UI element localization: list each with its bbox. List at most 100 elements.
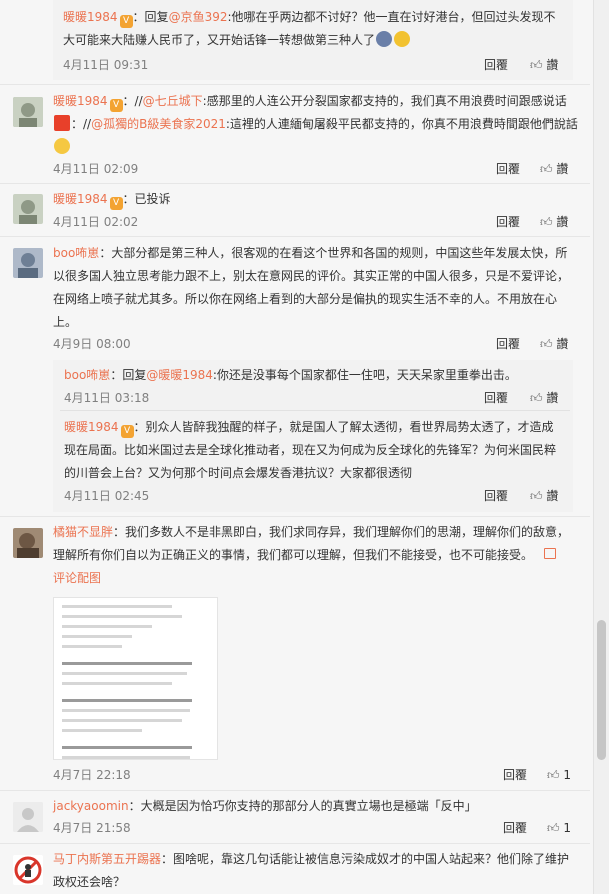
comment-2-line-2: :這裡的人連緬甸屠殺平民都支持的，你真不用浪費時間跟他們說話: [225, 117, 578, 131]
hug-emoji-icon: [394, 31, 411, 47]
comment-4-time: 4月9日 08:00: [53, 337, 131, 351]
comment-5-time: 4月7日 22:18: [53, 768, 131, 782]
comment-2-username[interactable]: 暖暖1984: [53, 94, 108, 108]
reply-mention[interactable]: @京鱼392: [169, 10, 228, 24]
divider: [0, 236, 590, 237]
divider: [0, 843, 590, 844]
like-count: 1: [563, 768, 572, 782]
comment-6-like-button[interactable]: 👍︎ 1: [547, 819, 571, 837]
sub-reply-2-username[interactable]: 暖暖1984: [64, 420, 119, 434]
gift-emoji-icon: [54, 115, 70, 131]
comment-4-reply-button[interactable]: 回覆: [496, 335, 520, 353]
divider: [0, 790, 590, 791]
comment-5-reply-button[interactable]: 回覆: [503, 766, 527, 784]
reply-mention[interactable]: @暖暖1984: [146, 368, 213, 382]
sub-reply-2-line-2: 现在局面。比如米国过去是全球化推动者，现在又为何成为反全球化的先锋军？为何米国民…: [64, 443, 557, 457]
comment-4-line-4: 上。: [53, 315, 78, 329]
divider: [0, 183, 590, 184]
sub-reply-1-text: boo咘崽：回复@暖暖1984:你还是没事每个国家都住一住吧，天天呆家里重拳出击…: [64, 364, 569, 387]
comment-page: 暖暖1984 V ：回复@京鱼392:他哪在乎两边都不讨好？他一直在讨好港台，但回过…: [0, 0, 609, 894]
comment-5-like-button[interactable]: 👍︎ 1: [547, 766, 571, 784]
comment-2-reply-button[interactable]: 回覆: [496, 160, 520, 178]
divider: [0, 516, 590, 517]
avatar[interactable]: [13, 855, 43, 885]
comment-2-text: 暖暖1984 V ：// @七丘城下:感那里的人连公开分裂国家都支持的，我们真不用浪费…: [53, 90, 583, 159]
avatar[interactable]: [13, 528, 43, 558]
comment-4-line-3: 在网络上喷子就尤其多。所以你在网络上看到的大部分是偏执的现实生活不幸的人。不用放…: [53, 292, 558, 306]
no-entry-avatar-icon: [13, 855, 43, 885]
comment-1-reply-button[interactable]: 回覆: [484, 56, 508, 74]
sub-reply-2-like-button[interactable]: 👍︎ 讚: [530, 487, 558, 505]
comment-1-text: 暖暖1984 V ：回复@京鱼392:他哪在乎两边都不讨好？他一直在讨好港台，但回过…: [63, 6, 573, 52]
repost-prefix: ：//: [71, 117, 92, 131]
comment-4-like-button[interactable]: 👍︎ 讚: [540, 335, 568, 353]
comment-4-line-2: 以很多国人独立思考能力跟不上，别太在意网民的评价。其实正常的中国人很多，只是不爱…: [53, 269, 570, 283]
comment-1-line-2: 大可能来大陆赚人民币了，又开始话锋一转想做第三种人了: [63, 33, 376, 47]
comment-3-username[interactable]: 暖暖1984: [53, 192, 108, 206]
avatar-image: [13, 97, 43, 127]
like-label: 讚: [546, 489, 559, 503]
scrollbar-thumb[interactable]: [597, 620, 606, 760]
comment-5-line-1: ：我们多数人不是非黑即白，我们求同存异，我们理解你们的思潮，理解你们的敌意，: [113, 525, 570, 539]
comment-2-time: 4月11日 02:09: [53, 162, 139, 176]
sub-reply-2-text: 暖暖1984 V ：别众人皆醉我独醒的样子，就是国人了解太透彻，看世界局势太透了，才…: [64, 416, 569, 485]
comment-5-text: 橘猫不显胖：我们多数人不是非黑即白，我们求同存异，我们理解你们的思潮，理解你们的…: [53, 521, 583, 590]
comment-1-like-button[interactable]: 👍︎ 讚: [530, 56, 558, 74]
comment-4-line-1: ：大部分都是第三种人，很客观的在看这个世界和各国的规则，中国这些年发展太快，所: [99, 246, 568, 260]
thumb-up-icon: 👍︎: [530, 391, 543, 405]
comment-4-text: boo咘崽：大部分都是第三种人，很客观的在看这个世界和各国的规则，中国这些年发展…: [53, 242, 583, 334]
avatar[interactable]: [13, 248, 43, 278]
comment-image-link[interactable]: 评论配图: [53, 571, 101, 585]
mention-link[interactable]: @七丘城下: [143, 94, 203, 108]
comment-3-text: 暖暖1984 V ：已投诉: [53, 188, 583, 211]
comment-6-text: jackyaoomin：大概是因为恰巧你支持的那部分人的真實立場也是極端「反中」: [53, 795, 583, 818]
comment-6-username[interactable]: jackyaoomin: [53, 799, 129, 813]
vip-badge-icon: V: [119, 15, 133, 28]
mention-link[interactable]: @孤獨的B級美食家2021: [91, 117, 226, 131]
scrollbar-track[interactable]: [593, 0, 609, 894]
thumb-up-icon: 👍︎: [530, 58, 543, 72]
sweat-emoji-icon: [376, 31, 393, 47]
reply-prefix: ：回复: [110, 368, 147, 382]
sub-reply-2-reply-button[interactable]: 回覆: [484, 487, 508, 505]
sub-reply-2-line-3: 的川普会上台？又为何那个时间点会爆发香港抗议？大家都很透彻: [64, 466, 413, 480]
thumb-up-icon: 👍︎: [547, 821, 560, 835]
sub-reply-1-username[interactable]: boo咘崽: [64, 368, 110, 382]
avatar[interactable]: [13, 194, 43, 224]
comment-1-line-1: :他哪在乎两边都不讨好？他一直在讨好港台，但回过头发现不: [227, 10, 556, 24]
thumb-up-icon: 👍︎: [547, 768, 560, 782]
like-label: 讚: [546, 58, 559, 72]
comment-7-username[interactable]: 马丁内斯第五开踢器: [53, 852, 161, 866]
like-count: 1: [563, 821, 572, 835]
comment-2-like-button[interactable]: 👍︎ 讚: [540, 160, 568, 178]
avatar[interactable]: [13, 97, 43, 127]
avatar[interactable]: [13, 802, 43, 832]
comment-6-line-1: ：大概是因为恰巧你支持的那部分人的真實立場也是極端「反中」: [128, 799, 477, 813]
sub-reply-1-reply-button[interactable]: 回覆: [484, 389, 508, 407]
comment-1-time: 4月11日 09:31: [63, 58, 149, 72]
comment-3-reply-button[interactable]: 回覆: [496, 213, 520, 231]
comment-6-reply-button[interactable]: 回覆: [503, 819, 527, 837]
comment-2-line-1: :感那里的人连公开分裂国家都支持的，我们真不用浪费时间跟感说话: [202, 94, 567, 108]
vip-badge-icon: V: [120, 425, 134, 438]
comment-3-like-button[interactable]: 👍︎ 讚: [540, 213, 568, 231]
comment-5-username[interactable]: 橘猫不显胖: [53, 525, 113, 539]
comment-4-username[interactable]: boo咘崽: [53, 246, 99, 260]
divider: [60, 410, 570, 411]
comment-3-line-1: ：已投诉: [122, 192, 171, 206]
comment-1-username[interactable]: 暖暖1984: [63, 10, 118, 24]
like-label: 讚: [546, 391, 559, 405]
comment-7-line-1: ：图啥呢，靠这几句话能让被信息污染成奴才的中国人站起来？他们除了维护: [161, 852, 570, 866]
reply-prefix: ：回复: [132, 10, 169, 24]
thumb-up-icon: 👍︎: [540, 215, 553, 229]
vip-badge-icon: V: [109, 197, 123, 210]
comment-3-time: 4月11日 02:02: [53, 215, 139, 229]
vip-badge-icon: V: [109, 99, 123, 112]
image-icon[interactable]: [544, 548, 556, 559]
sub-reply-1-like-button[interactable]: 👍︎ 讚: [530, 389, 558, 407]
comment-image-thumbnail[interactable]: [53, 597, 218, 760]
sub-reply-2-time: 4月11日 02:45: [64, 489, 150, 503]
sub-reply-2-line-1: ：别众人皆醉我独醒的样子，就是国人了解太透彻，看世界局势太透了，才造成: [133, 420, 554, 434]
thumb-up-icon: 👍︎: [530, 489, 543, 503]
comment-7-line-2: 政权还会啥？: [53, 875, 126, 889]
